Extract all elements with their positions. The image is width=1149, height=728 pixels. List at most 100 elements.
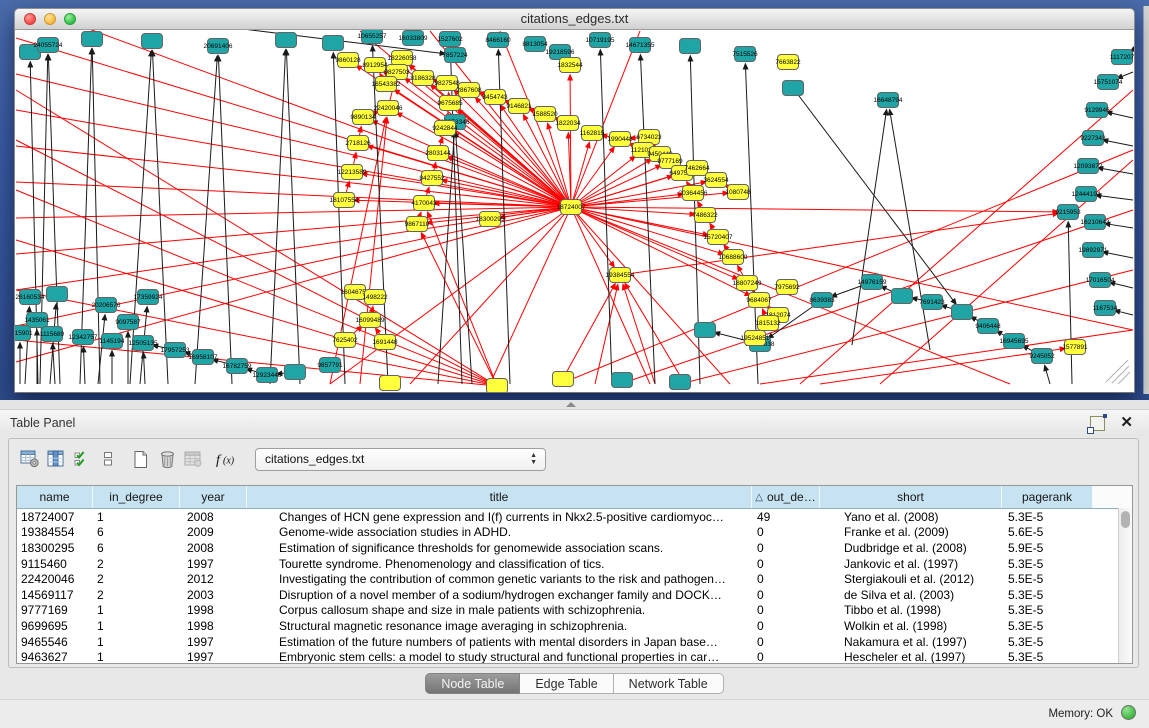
cell-year[interactable]: 2008 [180, 510, 247, 524]
cell-title[interactable]: Estimation of the future numbers of pati… [247, 635, 752, 649]
graph-node[interactable]: 7691423 [919, 295, 945, 310]
graph-node[interactable]: 20364456 [679, 186, 708, 201]
black-edge[interactable] [1117, 72, 1133, 78]
cell-name[interactable]: 14569117 [17, 588, 93, 602]
table-row[interactable]: 977716911998Corpus callosum shape and si… [17, 603, 1132, 619]
graph-node[interactable]: 1115689 [40, 327, 65, 342]
graph-node[interactable]: 1167534 [1093, 301, 1118, 316]
minimize-button[interactable] [44, 13, 56, 25]
network-graph[interactable]: 2405572420691406106552571603380915276027… [15, 30, 1134, 393]
graph-node[interactable] [695, 323, 716, 338]
graph-node[interactable]: 17016504 [1086, 273, 1115, 288]
cell-short[interactable]: de Silva et al. (2003) [820, 588, 1002, 602]
red-edge[interactable] [625, 284, 685, 384]
cell-in_degree[interactable]: 6 [93, 541, 180, 555]
graph-node[interactable]: 12213589 [338, 165, 367, 180]
cell-year[interactable]: 2003 [180, 588, 247, 602]
graph-node[interactable]: 1588520 [532, 107, 558, 122]
graph-node[interactable]: 10655257 [358, 30, 387, 44]
cell-in_degree[interactable]: 1 [93, 650, 180, 664]
graph-node[interactable]: 20691406 [204, 39, 233, 54]
graph-node[interactable]: 15720407 [704, 230, 733, 245]
graph-node[interactable]: 18226058 [388, 51, 417, 66]
table-settings-icon[interactable] [19, 448, 41, 470]
table-row[interactable]: 946554611997Estimation of the future num… [17, 634, 1132, 650]
cell-name[interactable]: 9463627 [17, 650, 93, 664]
graph-node[interactable] [142, 34, 163, 49]
table-columns-icon[interactable] [45, 448, 67, 470]
graph-node[interactable]: 18300295 [476, 212, 505, 227]
graph-node[interactable]: 15751074 [1094, 75, 1123, 90]
cell-pagerank[interactable]: 5.5E-5 [1002, 572, 1093, 586]
black-edge[interactable] [640, 55, 655, 384]
cell-year[interactable]: 1997 [180, 635, 247, 649]
red-edge[interactable] [760, 330, 1133, 384]
red-edge[interactable] [490, 207, 571, 384]
graph-node[interactable]: 7625402 [332, 333, 358, 348]
network-canvas[interactable]: 2405572420691406106552571603380915276027… [14, 30, 1135, 393]
cell-out_degree[interactable]: 0 [752, 557, 820, 571]
black-edge[interactable] [270, 50, 286, 384]
cell-in_degree[interactable]: 1 [93, 510, 180, 524]
graph-node[interactable] [276, 33, 297, 48]
cell-pagerank[interactable]: 5.3E-5 [1002, 635, 1093, 649]
graph-node[interactable]: 9097587 [115, 315, 141, 330]
cell-year[interactable]: 1998 [180, 619, 247, 633]
cell-short[interactable]: Tibbo et al. (1998) [820, 603, 1002, 617]
black-edge[interactable] [372, 46, 388, 384]
memory-status-indicator-icon[interactable] [1121, 705, 1136, 720]
cell-short[interactable]: Dudbridge et al. (2008) [820, 541, 1002, 555]
graph-node[interactable]: 1162815 [580, 126, 605, 141]
cell-title[interactable]: Investigating the contribution of common… [247, 572, 752, 586]
graph-node[interactable] [487, 379, 508, 394]
graph-node[interactable]: 16543382 [372, 77, 401, 92]
graph-node[interactable]: 3915901 [15, 326, 33, 341]
graph-node[interactable] [82, 32, 103, 47]
graph-node[interactable] [952, 305, 973, 320]
graph-node[interactable]: 9857791 [317, 358, 343, 373]
split-pane-divider[interactable] [0, 400, 1149, 410]
cell-title[interactable]: Corpus callosum shape and size in male p… [247, 603, 752, 617]
graph-node[interactable]: 7975692 [774, 280, 800, 295]
black-edge[interactable] [1115, 310, 1133, 315]
column-header-pagerank[interactable]: pagerank [1002, 486, 1093, 508]
graph-node[interactable] [285, 365, 306, 380]
graph-node[interactable]: 10719195 [586, 33, 615, 48]
selector-stepper-icon[interactable]: ▲▼ [530, 452, 537, 466]
tab-network-table[interactable]: Network Table [614, 673, 724, 694]
graph-node[interactable]: 9867110 [405, 217, 430, 232]
cell-year[interactable]: 2012 [180, 572, 247, 586]
graph-node[interactable]: 1145194 [100, 334, 125, 349]
function-icon[interactable]: f(x) [215, 448, 239, 470]
graph-node[interactable]: 16210643 [1081, 215, 1110, 230]
black-edge[interactable] [1096, 195, 1133, 200]
graph-node[interactable]: 8813054 [522, 37, 548, 52]
graph-node[interactable]: 14671355 [626, 38, 655, 53]
column-header-in_degree[interactable]: in_degree [93, 486, 180, 508]
black-edge[interactable] [83, 347, 85, 384]
graph-node[interactable]: 16099489 [356, 313, 385, 328]
graph-node[interactable]: 9146821 [506, 99, 532, 114]
cell-pagerank[interactable]: 5.6E-5 [1002, 525, 1093, 539]
graph-node[interactable]: 17957253 [161, 343, 190, 358]
cell-short[interactable]: Wolkin et al. (1998) [820, 619, 1002, 633]
graph-node[interactable]: 12505135 [129, 336, 158, 351]
graph-node[interactable]: 12444194 [1072, 187, 1101, 202]
table-row[interactable]: 2242004622012Investigating the contribut… [17, 571, 1132, 587]
graph-node[interactable]: 9242844 [432, 121, 458, 136]
cell-pagerank[interactable]: 5.3E-5 [1002, 650, 1093, 664]
graph-node[interactable]: 12923448 [253, 368, 282, 383]
table-row[interactable]: 1938455462009Genome-wide association stu… [17, 525, 1132, 541]
column-header-year[interactable]: year [180, 486, 247, 508]
graph-node[interactable] [47, 287, 68, 302]
table-row[interactable]: 1830029562008Estimation of significance … [17, 540, 1132, 556]
graph-node[interactable]: 7515526 [732, 47, 758, 62]
cell-year[interactable]: 1998 [180, 603, 247, 617]
cell-pagerank[interactable]: 5.3E-5 [1002, 510, 1093, 524]
black-edge[interactable] [852, 110, 887, 345]
graph-node[interactable] [612, 373, 633, 388]
cell-pagerank[interactable]: 5.3E-5 [1002, 557, 1093, 571]
graph-node[interactable]: 2867608 [456, 83, 482, 98]
black-edge[interactable] [1103, 140, 1133, 146]
graph-node[interactable]: 22420046 [374, 101, 403, 116]
